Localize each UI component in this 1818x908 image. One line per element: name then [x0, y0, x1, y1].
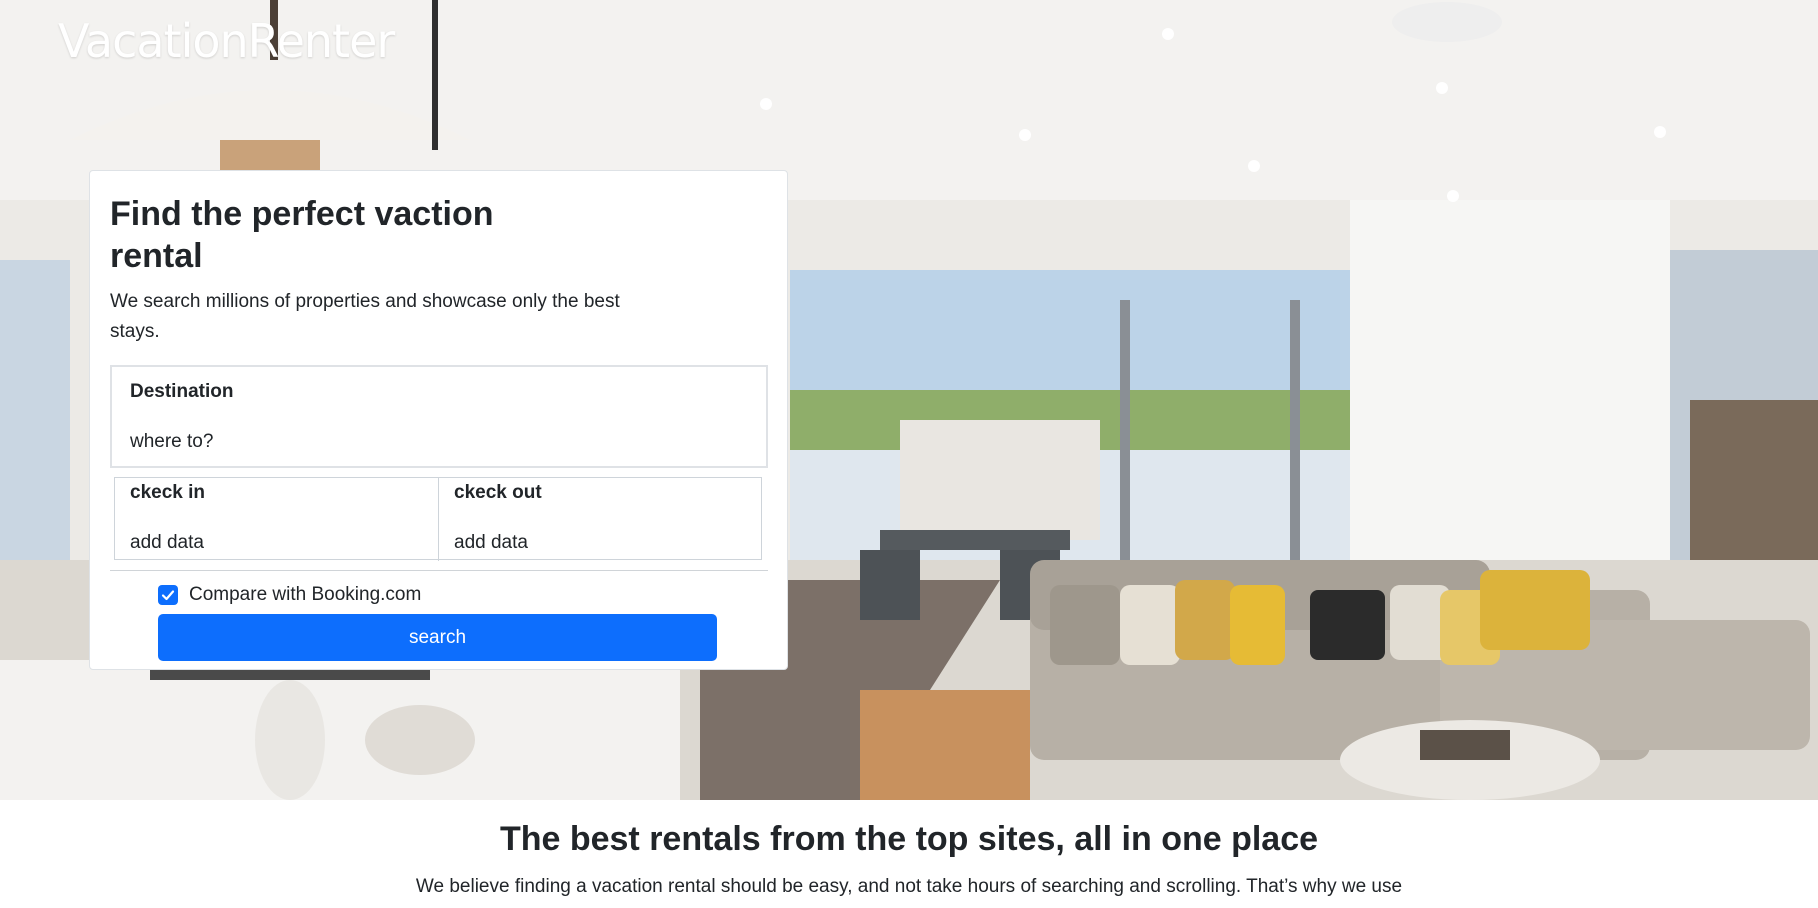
destination-label: Destination: [130, 381, 234, 402]
section-text: We believe finding a vacation rental sho…: [415, 876, 1403, 897]
check-out-field[interactable]: ckeck out add data: [439, 478, 763, 561]
destination-input[interactable]: where to?: [130, 431, 213, 453]
search-card-subtitle: We search millions of properties and sho…: [110, 291, 620, 342]
search-card: Find the perfect vaction rental We searc…: [89, 170, 788, 670]
brand-logo[interactable]: VacationRenter: [58, 14, 395, 68]
check-out-label: ckeck out: [454, 482, 542, 503]
check-in-label: ckeck in: [130, 482, 205, 503]
section-title: The best rentals from the top sites, all…: [499, 820, 1319, 858]
card-divider: [110, 570, 768, 571]
hero-banner: VacationRenter Find the perfect vaction …: [0, 0, 1818, 800]
compare-checkbox[interactable]: [158, 585, 178, 605]
check-out-input[interactable]: add data: [454, 532, 528, 554]
destination-field[interactable]: Destination where to?: [110, 365, 768, 468]
search-button[interactable]: search: [158, 614, 717, 661]
checkmark-icon: [161, 590, 175, 601]
compare-label[interactable]: Compare with Booking.com: [189, 584, 421, 606]
search-card-title: Find the perfect vaction rental: [110, 195, 494, 275]
check-in-input[interactable]: add data: [130, 532, 204, 554]
dates-row: ckeck in add data ckeck out add data: [114, 477, 763, 561]
check-in-field[interactable]: ckeck in add data: [115, 478, 438, 561]
